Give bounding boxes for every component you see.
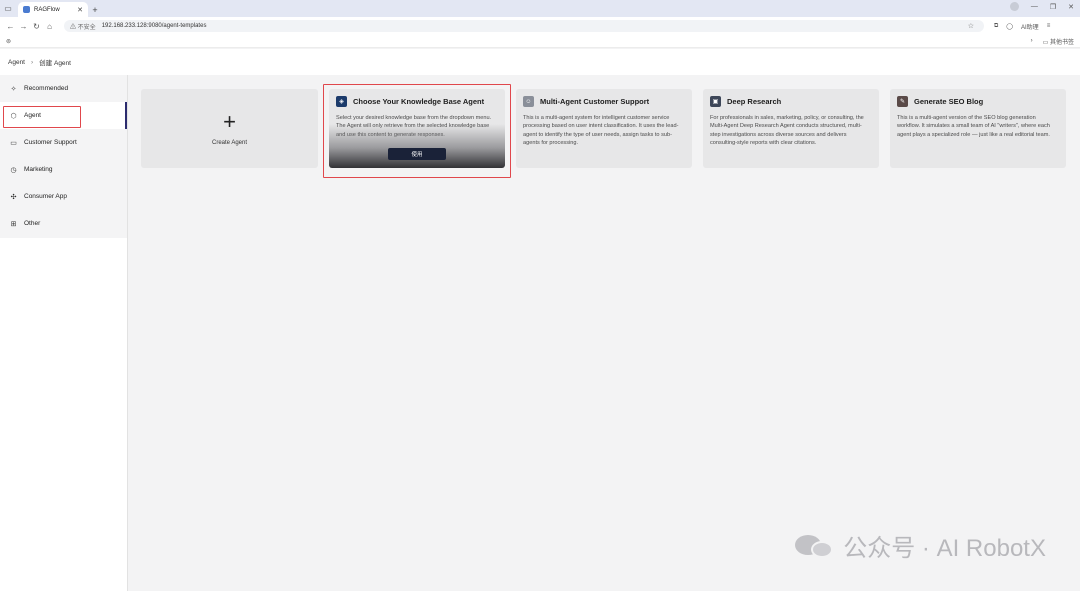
crosshair-icon: ✣ <box>10 193 17 201</box>
other-bookmarks-label: 其他书签 <box>1049 39 1074 46</box>
category-sidebar: ✧ Recommended ⬡ Agent ▭ Customer Support… <box>0 75 128 238</box>
sidebar-empty-area <box>0 238 128 591</box>
apps-icon[interactable]: ⊚ <box>6 38 11 45</box>
browser-tab[interactable]: RAGFlow ✕ <box>18 2 88 17</box>
back-icon[interactable]: ← <box>4 22 17 31</box>
card-title: Deep Research <box>727 97 782 106</box>
sidebar-item-marketing[interactable]: ◷ Marketing <box>0 156 127 183</box>
sidebar-item-consumer-app[interactable]: ✣ Consumer App <box>0 183 127 210</box>
breadcrumb-agent-link[interactable]: Agent <box>8 59 25 66</box>
chevron-right-icon[interactable]: › <box>1031 38 1033 44</box>
template-card-multi-agent-support[interactable]: ☺ Multi-Agent Customer Support This is a… <box>516 89 692 168</box>
agent-highlight-box <box>3 106 81 128</box>
url-input[interactable]: ⚠ 不安全 192.168.233.128:9080/agent-templat… <box>64 20 984 32</box>
card-title: Generate SEO Blog <box>914 97 984 106</box>
watermark: 公众号 · AI RobotX <box>795 528 1046 563</box>
sparkle-icon: ✧ <box>10 85 17 93</box>
menu-icon[interactable]: ≡ <box>1047 23 1051 29</box>
address-bar-row: ← → ↻ ⌂ ⚠ 不安全 192.168.233.128:9080/agent… <box>0 17 1080 35</box>
window-controls: — ❐ ✕ <box>1009 2 1074 11</box>
security-label: 不安全 <box>77 24 96 31</box>
profile-icon[interactable]: ◯ <box>1006 23 1013 30</box>
profile-avatar[interactable] <box>1009 2 1019 11</box>
plus-icon: + <box>223 108 236 134</box>
browser-tabstrip: ▭ RAGFlow ✕ + — ❐ ✕ <box>0 0 1080 17</box>
create-agent-label: Create Agent <box>211 139 248 146</box>
home-icon[interactable]: ⌂ <box>43 22 56 31</box>
robot-icon: ☺ <box>523 96 534 107</box>
ragflow-favicon-icon <box>23 6 30 13</box>
apps-grid-icon: ⊞ <box>10 220 17 228</box>
url-text: 192.168.233.128:9080/agent-templates <box>101 23 207 29</box>
sidebar-item-label: Consumer App <box>24 193 67 200</box>
chat-icon: ▭ <box>10 139 17 147</box>
breadcrumb: Agent › 创建 Agent <box>0 49 1080 75</box>
bookmarks-bar: ⊚ › ▭ 其他书签 <box>0 35 1080 48</box>
watermark-text: 公众号 · AI RobotX <box>843 535 1046 562</box>
tab-title: RAGFlow <box>34 6 60 13</box>
card-highlight-box <box>323 84 511 178</box>
sidebar-item-other[interactable]: ⊞ Other <box>0 210 127 237</box>
card-title: Multi-Agent Customer Support <box>540 97 650 106</box>
sidebar-item-label: Marketing <box>24 166 53 173</box>
security-warning[interactable]: ⚠ 不安全 <box>70 22 96 31</box>
research-icon: ▣ <box>710 96 721 107</box>
breadcrumb-current: 创建 Agent <box>39 60 71 67</box>
other-bookmarks[interactable]: ▭ 其他书签 <box>1043 37 1074 46</box>
minimize-icon[interactable]: — <box>1031 3 1038 10</box>
app-window: ▭ RAGFlow ✕ + — ❐ ✕ ← → ↻ ⌂ ⚠ 不安全 192.16… <box>0 0 1080 591</box>
close-tab-icon[interactable]: ✕ <box>77 6 83 14</box>
card-description: This is a multi-agent system for intelli… <box>523 115 679 147</box>
template-card-deep-research[interactable]: ▣ Deep Research For professionals in sal… <box>703 89 879 168</box>
restore-icon[interactable]: ❐ <box>1050 3 1056 11</box>
forward-icon[interactable]: → <box>17 22 30 31</box>
sidebar-item-label: Recommended <box>24 85 69 92</box>
new-tab-button[interactable]: + <box>88 2 102 17</box>
blog-icon: ✎ <box>897 96 908 107</box>
ai-assistant-button[interactable]: AI助理 <box>1021 22 1039 31</box>
sidebar-item-customer-support[interactable]: ▭ Customer Support <box>0 129 127 156</box>
clock-icon: ◷ <box>10 166 17 174</box>
reload-icon[interactable]: ↻ <box>30 22 43 31</box>
card-description: For professionals in sales, marketing, p… <box>710 115 864 147</box>
card-description: This is a multi-agent version of the SEO… <box>897 115 1050 138</box>
close-window-icon[interactable]: ✕ <box>1068 3 1074 11</box>
tab-overview-icon[interactable]: ▭ <box>0 0 16 17</box>
wechat-icon <box>795 531 835 561</box>
sidebar-item-label: Other <box>24 220 41 227</box>
create-agent-card[interactable]: + Create Agent <box>141 89 318 168</box>
template-grid: + Create Agent ◈ Choose Your Knowledge B… <box>128 75 1080 591</box>
sidebar-item-label: Customer Support <box>24 139 77 146</box>
breadcrumb-separator: › <box>31 58 34 66</box>
toolbar-right: ⧉ ◯ AI助理 ≡ <box>994 22 1050 31</box>
bookmark-star-icon[interactable]: ☆ <box>968 22 978 30</box>
template-card-seo-blog[interactable]: ✎ Generate SEO Blog This is a multi-agen… <box>890 89 1066 168</box>
extensions-icon[interactable]: ⧉ <box>994 23 998 30</box>
sidebar-item-recommended[interactable]: ✧ Recommended <box>0 75 127 102</box>
